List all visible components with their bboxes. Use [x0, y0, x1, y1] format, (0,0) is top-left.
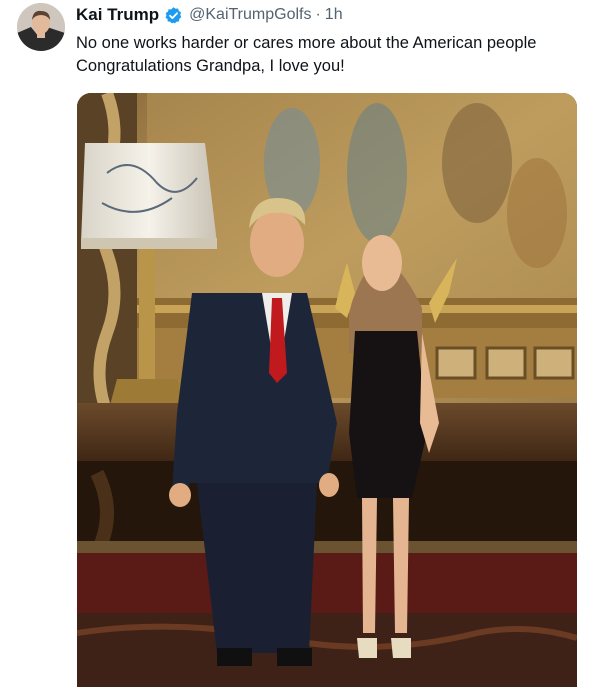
timestamp[interactable]: 1h — [325, 6, 343, 24]
tweet-photo[interactable] — [77, 93, 577, 687]
tweet: Kai Trump @KaiTrumpGolfs · 1h No one wor… — [0, 0, 600, 687]
tweet-text-line-2: Congratulations Grandpa, I love you! — [76, 57, 345, 75]
dot-separator: · — [315, 6, 321, 23]
tweet-header: Kai Trump @KaiTrumpGolfs · 1h — [76, 3, 343, 27]
avatar-image — [17, 3, 65, 51]
verified-badge-icon — [165, 6, 182, 23]
author-name[interactable]: Kai Trump — [76, 5, 159, 25]
author-handle[interactable]: @KaiTrumpGolfs — [189, 6, 311, 24]
avatar[interactable] — [17, 3, 65, 51]
tweet-text: No one works harder or cares more about … — [76, 32, 600, 78]
photo-scene — [77, 93, 577, 687]
tweet-text-line-1: No one works harder or cares more about … — [76, 34, 537, 52]
